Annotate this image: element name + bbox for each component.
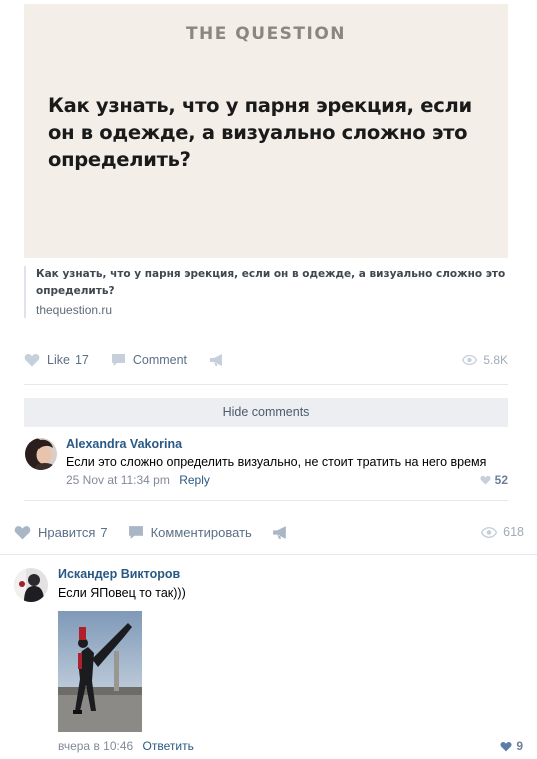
heart-icon xyxy=(24,353,40,367)
shared-post-card: THE QUESTION Как узнать, что у парня эре… xyxy=(16,0,521,385)
comment-meta: вчера в 10:46 Ответить xyxy=(58,739,194,753)
comment-like-button[interactable]: 52 xyxy=(480,473,508,487)
outer-comment-label: Комментировать xyxy=(150,524,252,540)
comment-author[interactable]: Alexandra Vakorina xyxy=(66,437,182,451)
like-label: Like xyxy=(47,353,70,367)
comment-text: Если ЯПовец то так))) xyxy=(58,586,186,600)
link-domain[interactable]: thequestion.ru xyxy=(36,301,508,319)
heart-icon xyxy=(480,475,491,485)
comment-icon xyxy=(111,354,125,366)
outer-views-counter: 618 xyxy=(481,525,524,539)
cover-title: Как узнать, что у парня эрекция, если он… xyxy=(48,94,472,171)
share-icon xyxy=(272,525,286,539)
outer-like-button[interactable]: Нравится 7 xyxy=(14,525,108,540)
outer-comment-button[interactable]: Комментировать xyxy=(128,525,252,540)
avatar[interactable] xyxy=(14,568,48,602)
comment-author[interactable]: Искандер Викторов xyxy=(58,567,180,581)
outer-post-actions-bar: Нравится 7 Комментировать 618 xyxy=(14,520,524,544)
comment-text: Если это сложно определить визуально, не… xyxy=(66,455,487,469)
share-button[interactable] xyxy=(209,353,232,367)
comment-like-count: 52 xyxy=(494,473,508,487)
eye-icon xyxy=(481,526,498,538)
outer-like-count: 7 xyxy=(100,524,108,540)
share-icon xyxy=(210,354,223,366)
link-cover-image[interactable]: THE QUESTION Как узнать, что у парня эре… xyxy=(24,4,508,258)
divider xyxy=(0,554,537,555)
brand-logo: THE QUESTION xyxy=(185,24,347,44)
views-count: 5.8K xyxy=(483,353,508,367)
outer-views-count: 618 xyxy=(503,525,524,539)
outer-share-button[interactable] xyxy=(272,525,296,540)
comment-photo-attachment[interactable] xyxy=(58,611,142,732)
comment-icon xyxy=(128,525,143,539)
divider xyxy=(24,384,508,385)
heart-icon xyxy=(500,741,512,751)
comment-like-button[interactable]: 9 xyxy=(500,739,523,753)
comment-time[interactable]: 25 Nov at 11:34 pm xyxy=(66,473,170,487)
views-counter: 5.8K xyxy=(462,353,508,367)
post-actions-bar: Like 17 Comment 5.8K xyxy=(24,348,508,372)
comment-meta: 25 Nov at 11:34 pm Reply xyxy=(66,473,210,487)
reply-button[interactable]: Reply xyxy=(179,473,210,487)
hide-comments-button[interactable]: Hide comments xyxy=(24,398,508,427)
like-button[interactable]: Like 17 xyxy=(24,353,89,367)
outer-like-label: Нравится xyxy=(38,524,96,540)
link-snippet[interactable]: Как узнать, что у парня эрекция, если он… xyxy=(24,266,508,318)
link-title[interactable]: Как узнать, что у парня эрекция, если он… xyxy=(36,266,508,300)
heart-icon xyxy=(14,525,31,539)
comment-label: Comment xyxy=(132,353,188,367)
comment-item: Alexandra Vakorina Если это сложно опред… xyxy=(24,430,508,490)
comment-button[interactable]: Comment xyxy=(111,353,187,367)
reply-button[interactable]: Ответить xyxy=(143,739,194,753)
comment-like-count: 9 xyxy=(516,739,523,753)
comment-time[interactable]: вчера в 10:46 xyxy=(58,739,133,753)
avatar[interactable] xyxy=(25,438,57,470)
eye-icon xyxy=(462,355,478,365)
like-count: 17 xyxy=(74,353,89,367)
divider xyxy=(24,500,508,501)
